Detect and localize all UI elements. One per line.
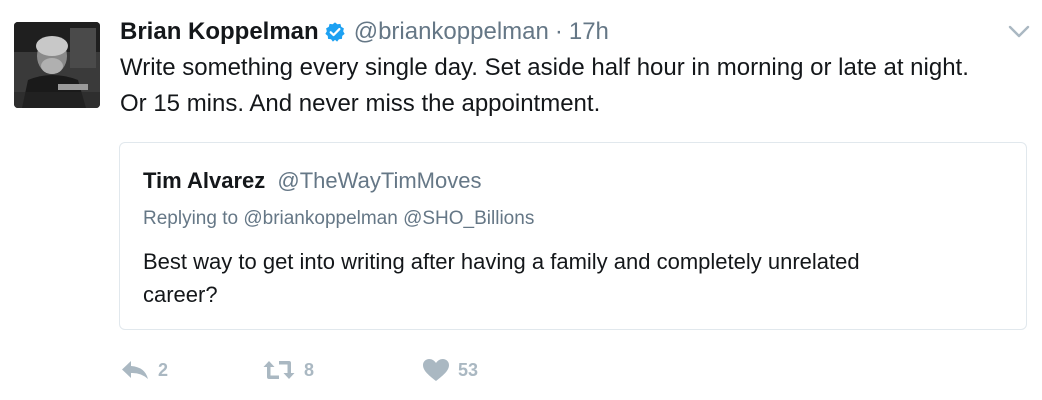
retweet-count: 8 (304, 359, 315, 380)
quoted-author-handle: @TheWayTimMoves (277, 168, 482, 193)
separator-dot: · (554, 18, 563, 45)
avatar[interactable] (14, 22, 100, 108)
quoted-tweet-text: Best way to get into writing after havin… (143, 245, 1003, 311)
retweet-icon (262, 358, 296, 382)
quoted-author-name: Tim Alvarez (143, 168, 266, 193)
like-count: 53 (458, 359, 479, 380)
avatar-image (14, 22, 100, 108)
author-name[interactable]: Brian Koppelman (120, 18, 319, 46)
tweet-text-line: Write something every single day. Set as… (120, 54, 969, 81)
heart-icon (422, 358, 450, 382)
verified-badge-icon (324, 21, 346, 43)
like-button[interactable]: 53 (422, 358, 542, 382)
quoted-tweet-header: Tim Alvarez @TheWayTimMoves (143, 167, 481, 195)
retweet-button[interactable]: 8 (262, 358, 422, 382)
tweet-text: Write something every single day. Set as… (120, 50, 1025, 122)
tweet-text-line: Or 15 mins. And never miss the appointme… (120, 90, 601, 117)
replying-to-label: Replying to @briankoppelman @SHO_Billion… (143, 208, 535, 229)
timestamp[interactable]: 17h (569, 18, 609, 46)
reply-button[interactable]: 2 (120, 358, 260, 382)
author-handle[interactable]: @briankoppelman (354, 18, 549, 46)
reply-count: 2 (158, 359, 169, 380)
quoted-text-line: career? (143, 282, 218, 307)
reply-icon (120, 358, 150, 382)
quoted-tweet[interactable]: Tim Alvarez @TheWayTimMoves Replying to … (119, 142, 1027, 330)
tweet-header: Brian Koppelman @briankoppelman · 17h (120, 14, 609, 50)
tweet-actions: 2 8 53 (120, 352, 542, 388)
chevron-down-icon[interactable] (1006, 18, 1032, 44)
quoted-text-line: Best way to get into writing after havin… (143, 249, 860, 274)
